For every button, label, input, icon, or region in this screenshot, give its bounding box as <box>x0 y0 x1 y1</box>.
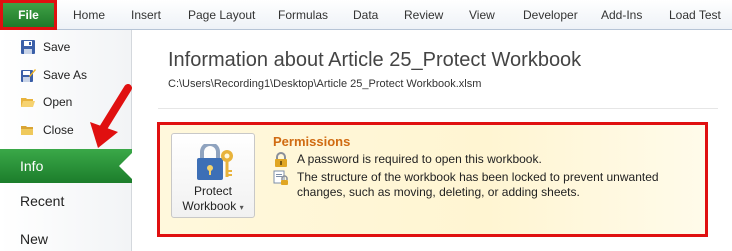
password-status-text: A password is required to open this work… <box>297 152 542 166</box>
tab-home[interactable]: Home <box>73 8 105 22</box>
save-as-icon <box>20 67 36 83</box>
save-command[interactable]: Save <box>20 37 70 57</box>
file-path: C:\Users\Recording1\Desktop\Article 25_P… <box>168 78 482 90</box>
tab-page-layout[interactable]: Page Layout <box>188 8 255 22</box>
workbook-label-text: Workbook <box>182 199 237 213</box>
tab-view[interactable]: View <box>469 8 495 22</box>
open-label: Open <box>43 95 73 109</box>
open-folder-icon <box>20 94 36 110</box>
structure-lock-icon <box>273 170 289 186</box>
save-as-command[interactable]: Save As <box>20 65 87 85</box>
close-command[interactable]: Close <box>20 120 74 140</box>
save-label: Save <box>43 40 71 54</box>
nav-new[interactable]: New <box>20 231 48 247</box>
dropdown-caret-icon: ▾ <box>239 203 244 212</box>
tab-review[interactable]: Review <box>404 8 443 22</box>
tab-formulas[interactable]: Formulas <box>278 8 328 22</box>
close-label: Close <box>43 123 74 137</box>
protect-workbook-button[interactable]: Protect Workbook ▾ <box>171 133 255 218</box>
protect-label: Protect <box>193 184 232 198</box>
tab-insert[interactable]: Insert <box>131 8 161 22</box>
structure-status-text: The structure of the workbook has been l… <box>297 170 659 200</box>
ribbon-tab-bar: File Home Insert Page Layout Formulas Da… <box>0 0 732 30</box>
workbook-label: Workbook ▾ <box>172 199 254 213</box>
tab-add-ins[interactable]: Add-Ins <box>601 8 642 22</box>
nav-recent[interactable]: Recent <box>20 193 64 209</box>
tab-data[interactable]: Data <box>353 8 378 22</box>
tab-load-test[interactable]: Load Test <box>669 8 721 22</box>
selected-notch <box>119 152 133 180</box>
password-status: A password is required to open this work… <box>273 152 542 168</box>
tab-file[interactable]: File <box>0 0 57 30</box>
tab-file-label: File <box>18 8 39 22</box>
open-command[interactable]: Open <box>20 92 72 112</box>
structure-status-line1: The structure of the workbook has been l… <box>297 170 659 184</box>
lock-key-icon <box>197 144 233 180</box>
divider <box>158 108 718 109</box>
structure-status: The structure of the workbook has been l… <box>273 170 703 200</box>
page-title: Information about Article 25_Protect Wor… <box>168 49 582 71</box>
close-icon <box>20 122 36 138</box>
nav-info[interactable]: Info <box>0 149 133 183</box>
nav-info-label: Info <box>20 158 44 174</box>
save-icon <box>20 39 36 55</box>
tab-developer[interactable]: Developer <box>523 8 578 22</box>
save-as-label: Save As <box>43 68 88 82</box>
permissions-heading: Permissions <box>273 134 351 149</box>
annotation-arrow <box>90 84 132 148</box>
structure-status-line2: changes, such as moving, deleting, or ad… <box>297 185 580 199</box>
permissions-section: Protect Workbook ▾ Permissions A passwor… <box>157 122 708 237</box>
lock-icon <box>273 152 289 168</box>
